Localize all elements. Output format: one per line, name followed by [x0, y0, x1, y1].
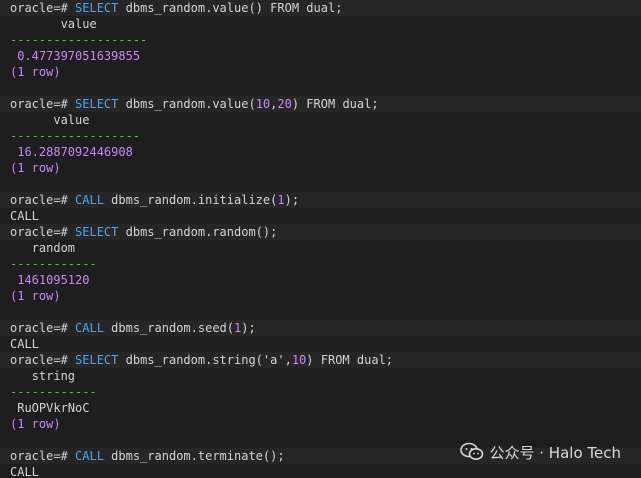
column-header-text: value — [53, 113, 90, 127]
paren: ( — [248, 97, 256, 111]
sql-keyword: SELECT — [75, 1, 119, 15]
result-separator: ------------ — [10, 257, 97, 271]
result-value: 16.2887092446908 — [0, 144, 641, 160]
semicolon: ; — [270, 225, 278, 239]
column-header: value — [0, 112, 641, 128]
call-result: CALL — [10, 465, 39, 478]
prompt: oracle=# — [10, 225, 68, 239]
sql-keyword: FROM — [270, 1, 300, 15]
function-name: dbms_random.value — [125, 97, 249, 111]
row-count: (1 row) — [10, 65, 61, 79]
paren: ) — [291, 97, 300, 111]
semicolon: ; — [248, 321, 256, 335]
column-header: value — [0, 16, 641, 32]
prompt: oracle=# — [10, 1, 68, 15]
result-value-text: 0.477397051639855 — [17, 49, 141, 63]
result-value-text: 16.2887092446908 — [17, 145, 133, 159]
paren: ( — [248, 1, 256, 15]
result-separator: ------------------ — [10, 129, 141, 143]
result-value-text: RuOPVkrNoC — [17, 401, 90, 415]
numeric-arg: 1 — [277, 193, 285, 207]
result-value-text: 1461095120 — [17, 273, 90, 287]
sql-keyword: SELECT — [75, 97, 119, 111]
result-value: RuOPVkrNoC — [0, 400, 641, 416]
sql-keyword: CALL — [75, 321, 104, 335]
column-header: string — [0, 368, 641, 384]
column-header-text: random — [31, 241, 76, 255]
call-result: CALL — [10, 337, 39, 351]
string-arg: 'a' — [262, 353, 285, 367]
function-name: dbms_random.seed — [111, 321, 227, 335]
command-line: oracle=# CALL dbms_random.initialize(1); — [0, 192, 641, 208]
table-name: dual — [342, 97, 372, 111]
prompt: oracle=# — [10, 449, 68, 463]
prompt: oracle=# — [10, 97, 68, 111]
row-count: (1 row) — [10, 289, 61, 303]
numeric-arg: 10 — [291, 353, 307, 367]
sql-keyword: FROM — [306, 97, 336, 111]
prompt: oracle=# — [10, 353, 68, 367]
function-name: dbms_random.string — [125, 353, 256, 367]
result-value: 1461095120 — [0, 272, 641, 288]
function-name: dbms_random.terminate — [111, 449, 263, 463]
paren: ) — [306, 353, 314, 367]
command-line: oracle=# SELECT dbms_random.random(); — [0, 224, 641, 240]
paren: ) — [284, 193, 292, 207]
sql-keyword: SELECT — [75, 353, 119, 367]
sql-keyword: SELECT — [75, 225, 119, 239]
result-separator: ------------ — [10, 385, 97, 399]
sql-keyword: FROM — [320, 353, 350, 367]
wechat-icon — [459, 442, 484, 462]
prompt: oracle=# — [10, 193, 68, 207]
row-count: (1 row) — [10, 161, 61, 175]
command-line: oracle=# CALL dbms_random.seed(1); — [0, 320, 641, 336]
paren: ( — [255, 225, 263, 239]
sql-keyword: CALL — [75, 449, 104, 463]
semicolon: ; — [385, 353, 394, 367]
comma: , — [284, 353, 292, 367]
command-line: oracle=# SELECT dbms_random.value() FROM… — [0, 0, 641, 16]
function-name: dbms_random.value — [125, 1, 249, 15]
semicolon: ; — [335, 1, 343, 15]
result-value: 0.477397051639855 — [0, 48, 641, 64]
numeric-arg: 10 — [255, 97, 271, 111]
watermark: 公众号 · Halo Tech — [459, 440, 622, 464]
table-name: dual — [306, 1, 336, 15]
paren: ) — [255, 1, 263, 15]
semicolon: ; — [371, 97, 379, 111]
function-name: dbms_random.random — [125, 225, 256, 239]
sql-keyword: CALL — [75, 193, 104, 207]
function-name: dbms_random.initialize — [111, 193, 271, 207]
numeric-arg: 20 — [277, 97, 292, 111]
paren: ( — [226, 321, 234, 335]
command-line: oracle=# SELECT dbms_random.string('a',1… — [0, 352, 641, 368]
watermark-text: 公众号 · Halo Tech — [489, 443, 622, 462]
command-line: oracle=# SELECT dbms_random.value(10,20)… — [0, 96, 641, 112]
call-result: CALL — [10, 209, 39, 223]
prompt: oracle=# — [10, 321, 68, 335]
semicolon: ; — [291, 193, 300, 207]
row-count: (1 row) — [10, 417, 61, 431]
column-header-text: string — [31, 369, 76, 383]
paren: ( — [255, 353, 263, 367]
table-name: dual — [356, 353, 386, 367]
terminal-window[interactable]: oracle=# SELECT dbms_random.value() FROM… — [0, 0, 641, 478]
column-header-text: value — [60, 17, 97, 31]
semicolon: ; — [277, 449, 285, 463]
column-header: random — [0, 240, 641, 256]
result-separator: ------------------- — [10, 33, 148, 47]
